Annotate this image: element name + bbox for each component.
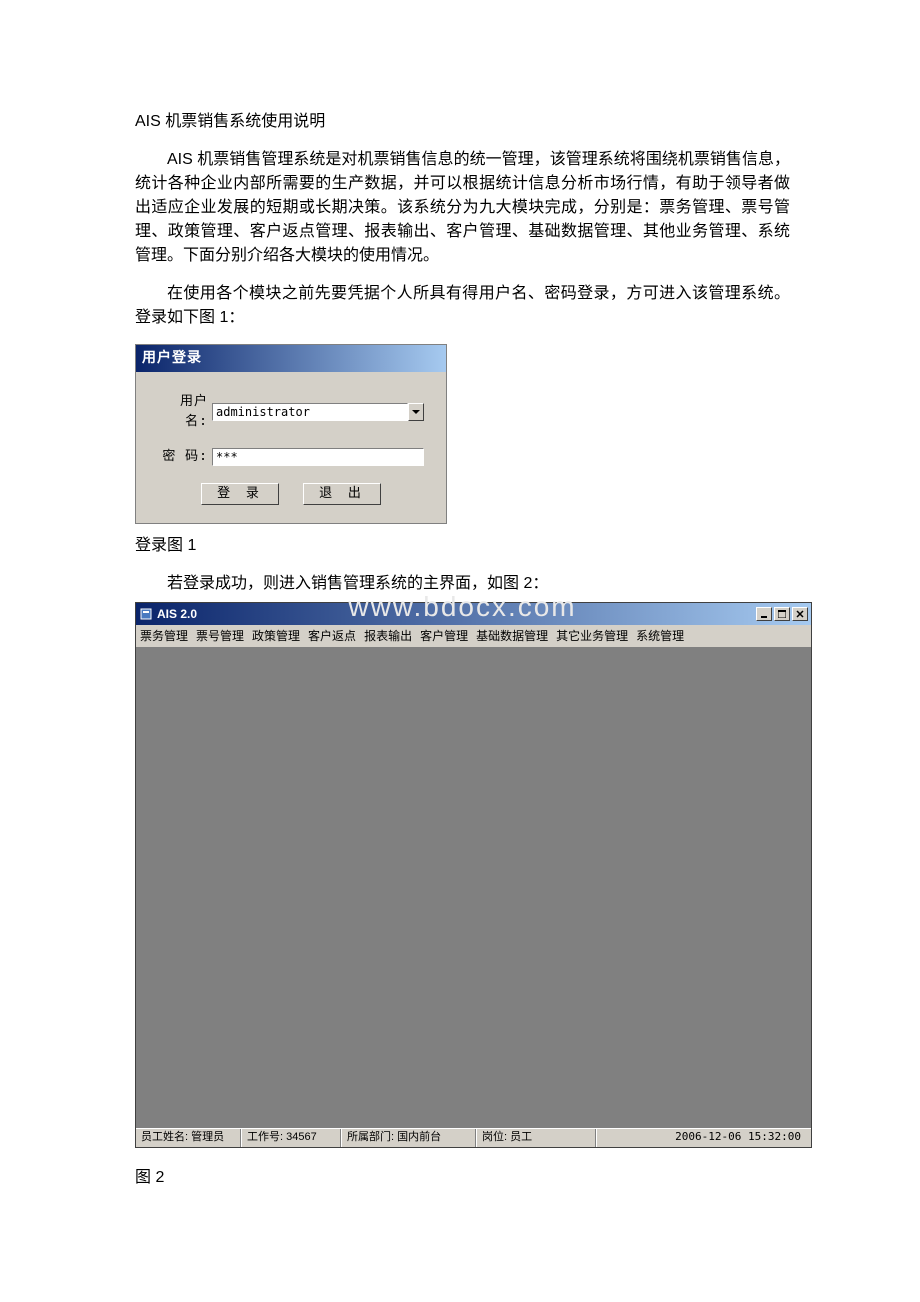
menu-item[interactable]: 政策管理 <box>252 627 300 645</box>
mdi-client-area <box>136 648 811 1128</box>
menu-item[interactable]: 客户管理 <box>420 627 468 645</box>
maximize-icon <box>778 610 786 618</box>
app-window: AIS 2.0 票务管理 票号管理 政策管理 客户返点 报表输出 客户管理 基础… <box>135 602 812 1148</box>
figure1-caption: 登录图 1 <box>135 534 790 558</box>
menubar: 票务管理 票号管理 政策管理 客户返点 报表输出 客户管理 基础数据管理 其它业… <box>136 625 811 648</box>
paragraph-1: AIS 机票销售管理系统是对机票销售信息的统一管理，该管理系统将围绕机票销售信息… <box>135 148 790 268</box>
login-button[interactable]: 登 录 <box>201 483 279 505</box>
username-dropdown-button[interactable] <box>408 403 424 421</box>
figure2-caption: 图 2 <box>135 1166 790 1190</box>
minimize-icon <box>760 610 768 618</box>
status-post: 岗位: 员工 <box>476 1129 596 1147</box>
paragraph-2: 在使用各个模块之前先要凭据个人所具有得用户名、密码登录，方可进入该管理系统。登录… <box>135 282 790 330</box>
menu-item[interactable]: 其它业务管理 <box>556 627 628 645</box>
close-icon <box>796 610 804 618</box>
status-employee-name: 员工姓名: 管理员 <box>136 1129 241 1147</box>
app-icon <box>139 607 153 621</box>
app-titlebar: AIS 2.0 <box>136 603 811 625</box>
paragraph-3: 若登录成功，则进入销售管理系统的主界面，如图 2： <box>135 572 790 596</box>
username-input[interactable]: administrator <box>212 403 408 421</box>
status-job-number: 工作号: 34567 <box>241 1129 341 1147</box>
status-department: 所属部门: 国内前台 <box>341 1129 476 1147</box>
minimize-button[interactable] <box>756 607 772 621</box>
menu-item[interactable]: 基础数据管理 <box>476 627 548 645</box>
login-dialog: 用户登录 用户名: administrator 密 码: *** 登 录 退 出 <box>135 344 447 524</box>
app-title-text: AIS 2.0 <box>157 605 197 623</box>
menu-item[interactable]: 票务管理 <box>140 627 188 645</box>
maximize-button[interactable] <box>774 607 790 621</box>
username-label: 用户名: <box>158 392 208 431</box>
password-label: 密 码: <box>158 447 208 467</box>
chevron-down-icon <box>412 410 420 414</box>
doc-title: AIS 机票销售系统使用说明 <box>135 110 790 134</box>
login-dialog-title: 用户登录 <box>136 345 446 372</box>
menu-item[interactable]: 票号管理 <box>196 627 244 645</box>
close-button[interactable] <box>792 607 808 621</box>
menu-item[interactable]: 报表输出 <box>364 627 412 645</box>
status-datetime: 2006-12-06 15:32:00 <box>596 1129 811 1147</box>
menu-item[interactable]: 客户返点 <box>308 627 356 645</box>
exit-button[interactable]: 退 出 <box>303 483 381 505</box>
menu-item[interactable]: 系统管理 <box>636 627 684 645</box>
statusbar: 员工姓名: 管理员 工作号: 34567 所属部门: 国内前台 岗位: 员工 2… <box>136 1128 811 1147</box>
password-input[interactable]: *** <box>212 448 424 466</box>
